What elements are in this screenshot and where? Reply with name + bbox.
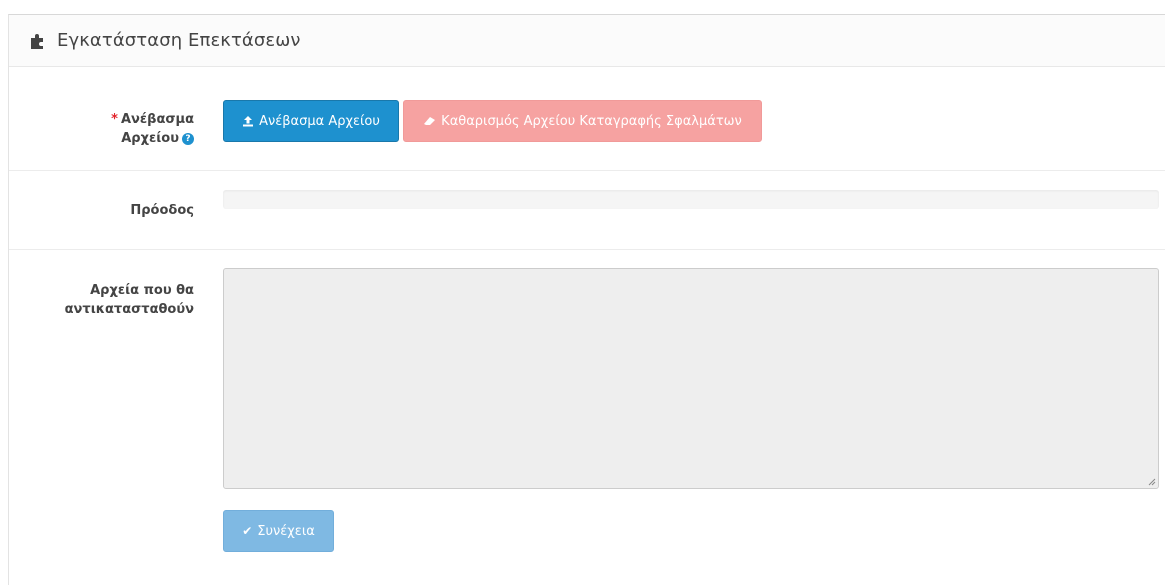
upload-label: * Ανέβασμα Αρχείου? xyxy=(111,112,194,146)
progress-label: Πρόοδος xyxy=(130,203,194,218)
help-icon[interactable]: ? xyxy=(182,132,194,145)
upload-file-button[interactable]: Ανέβασμα Αρχείου xyxy=(223,100,399,142)
extension-installer-panel: Εγκατάσταση Επεκτάσεων * Ανέβασμα Αρχείου… xyxy=(8,14,1165,585)
upload-row: * Ανέβασμα Αρχείου? Ανέβασμα Αρχείου Καθα… xyxy=(9,68,1165,171)
required-marker: * xyxy=(111,112,118,127)
overwrite-label: Αρχεία που θα αντικατασταθούν xyxy=(64,283,194,317)
page-title: Εγκατάσταση Επεκτάσεων xyxy=(57,30,301,51)
overwrite-files-textarea[interactable] xyxy=(223,268,1159,489)
continue-button[interactable]: ✔ Συνέχεια xyxy=(223,510,334,552)
puzzle-piece-icon xyxy=(31,33,43,49)
check-icon: ✔ xyxy=(242,524,253,538)
eraser-icon xyxy=(424,117,436,125)
progress-bar-track xyxy=(223,190,1159,209)
clear-error-log-button[interactable]: Καθαρισμός Αρχείου Καταγραφής Σφαλμάτων xyxy=(403,100,762,142)
resize-handle-icon[interactable] xyxy=(1146,476,1156,486)
progress-row: Πρόοδος xyxy=(9,171,1165,250)
panel-heading: Εγκατάσταση Επεκτάσεων xyxy=(9,15,1165,67)
upload-icon xyxy=(243,116,254,127)
